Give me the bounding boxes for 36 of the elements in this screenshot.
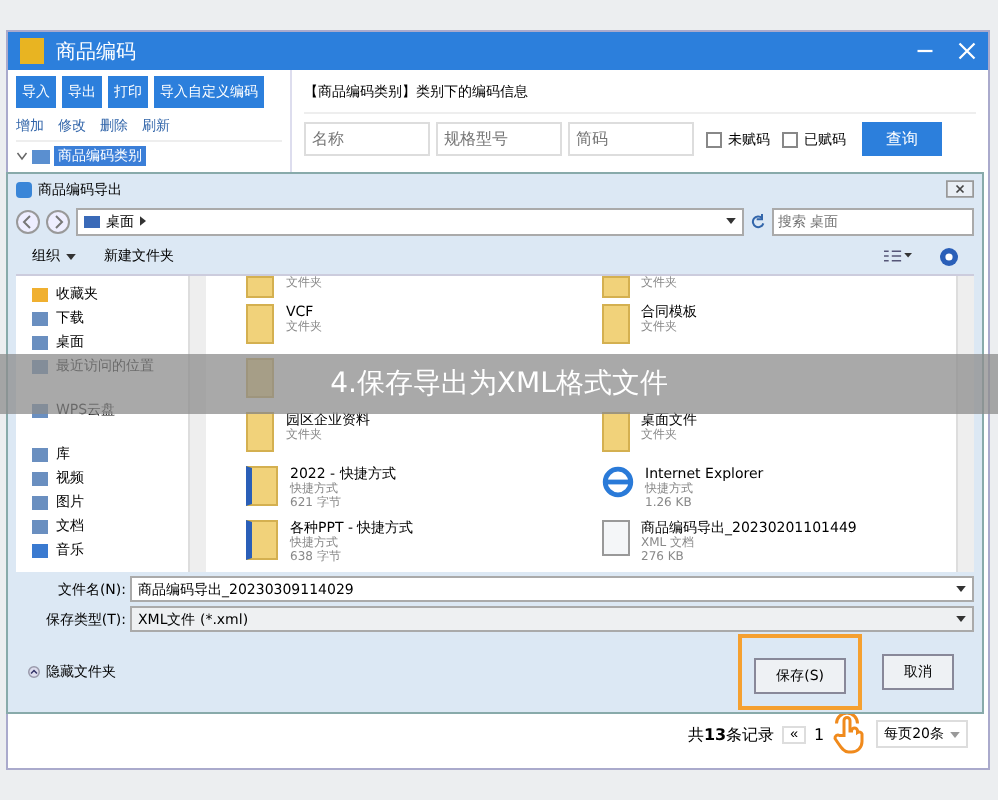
back-button[interactable] [16,209,40,233]
folder-icon [32,149,50,163]
folder-icon [601,304,629,344]
caret-icon [950,731,960,737]
folder-icon [246,276,274,298]
folder-icon [601,412,629,452]
record-count: 共13条记录 [687,723,775,745]
close-icon[interactable] [958,42,976,60]
checkbox[interactable] [782,131,798,147]
caret-icon [956,616,966,622]
query-button[interactable]: 查询 [862,122,942,156]
hand-cursor-icon [832,714,869,754]
window-title: 商品编码 [56,39,136,65]
caret-icon [956,586,966,592]
caret-icon [66,253,76,259]
refresh-icon[interactable] [750,213,766,229]
filter-field[interactable]: 规格型号 [436,122,562,156]
logo-icon [20,38,44,64]
browser-icon [601,466,633,498]
checkbox[interactable] [706,131,722,147]
folder-shortcut-icon [246,520,278,560]
filter-field[interactable]: 简码 [568,122,694,156]
dialog-icon [16,181,32,197]
caption-text: 4.保存导出为XML格式文件 [330,366,668,402]
collapse-icon[interactable] [16,150,28,162]
document-icon [601,520,629,556]
page-number[interactable]: 1 [813,725,825,743]
folder-icon [246,412,274,452]
folder-icon [246,304,274,344]
forward-button[interactable] [46,209,70,233]
folder-shortcut-icon [246,466,278,506]
folder-icon [601,276,629,298]
close-button[interactable] [946,180,974,198]
filter-field[interactable]: 名称 [304,122,430,156]
collapse-icon [28,666,40,678]
view-options-icon[interactable] [884,248,912,264]
